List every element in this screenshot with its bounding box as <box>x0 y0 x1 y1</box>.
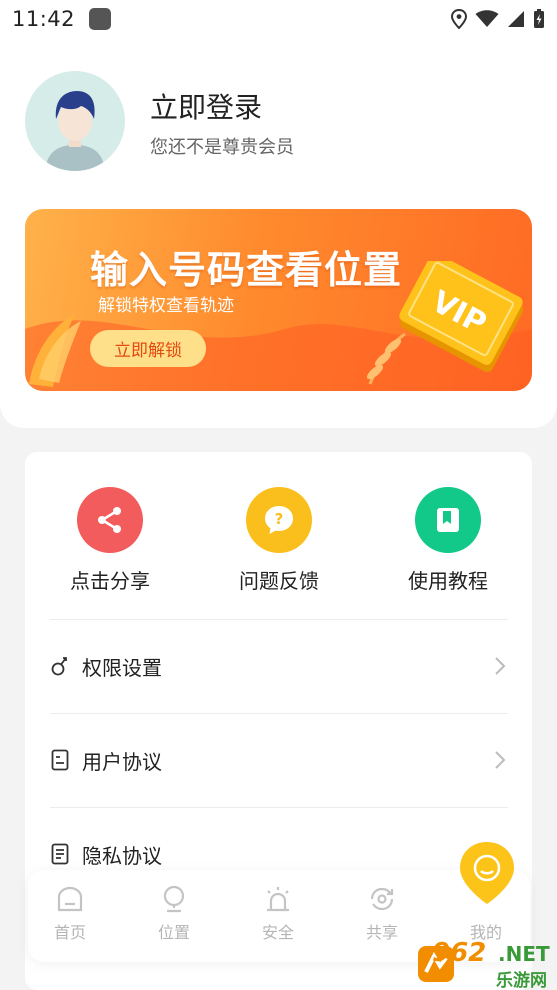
banner-subtitle: 解锁特权查看轨迹 <box>98 296 234 316</box>
menu-item-label: 用户协议 <box>82 749 162 774</box>
tab-label: 共享 <box>365 923 398 942</box>
quick-action-label: 点击分享 <box>70 569 150 593</box>
tab-location[interactable]: 位置 <box>139 885 209 943</box>
floating-location-button[interactable] <box>458 840 516 906</box>
notification-app-icon <box>89 8 112 30</box>
chevron-right-icon <box>495 751 506 769</box>
tab-label: 位置 <box>157 923 190 942</box>
quick-action-feedback[interactable]: ? 问题反馈 <box>209 487 349 594</box>
status-icons <box>451 9 545 29</box>
quick-action-label: 问题反馈 <box>239 569 319 593</box>
quick-action-share[interactable]: 点击分享 <box>40 487 180 594</box>
tab-label: 安全 <box>261 923 294 942</box>
watermark-suffix: .NET <box>498 942 550 966</box>
quick-action-label: 使用教程 <box>408 569 488 593</box>
quick-action-tutorial[interactable]: 使用教程 <box>378 487 518 594</box>
status-time: 11:42 <box>12 7 76 31</box>
question-icon: ? <box>246 487 312 553</box>
menu-item-label: 隐私协议 <box>82 843 162 868</box>
watermark-number: 962 <box>432 938 487 968</box>
svg-text:?: ? <box>275 510 284 528</box>
battery-charging-icon <box>534 9 544 28</box>
membership-status: 您还不是尊贵会员 <box>150 137 294 158</box>
status-bar: 11:42 <box>0 0 557 38</box>
quick-actions: 点击分享 ? 问题反馈 使用教程 <box>25 487 532 597</box>
menu-item-permissions[interactable]: 权限设置 <box>50 619 508 713</box>
watermark-site: 乐游网 <box>496 971 547 990</box>
home-icon <box>57 886 83 912</box>
location-icon <box>163 885 185 913</box>
signal-icon <box>508 11 524 27</box>
site-watermark: 962 .NET 乐游网 <box>416 938 553 990</box>
unlock-button[interactable]: 立即解锁 <box>90 330 206 367</box>
login-title[interactable]: 立即登录 <box>150 86 262 126</box>
location-pin-icon <box>451 9 467 29</box>
menu-item-user-agreement[interactable]: 用户协议 <box>50 713 508 807</box>
profile-header-card: 立即登录 您还不是尊贵会员 输入号码查看位置 解锁特权查看轨迹 立即解锁 VIP <box>0 38 557 428</box>
tab-share[interactable]: 共享 <box>347 885 417 943</box>
vip-promo-banner[interactable]: 输入号码查看位置 解锁特权查看轨迹 立即解锁 VIP <box>25 209 532 391</box>
wifi-icon <box>475 10 499 27</box>
avatar[interactable] <box>25 71 125 171</box>
tab-label: 首页 <box>53 923 86 942</box>
menu-item-label: 权限设置 <box>82 655 162 680</box>
book-icon <box>415 487 481 553</box>
tab-home[interactable]: 首页 <box>35 885 105 943</box>
alarm-icon <box>267 887 289 912</box>
share-icon <box>77 487 143 553</box>
default-avatar-icon <box>45 91 105 171</box>
tab-safety[interactable]: 安全 <box>243 885 313 943</box>
banner-title: 输入号码查看位置 <box>90 248 403 292</box>
permission-icon <box>50 655 70 677</box>
privacy-agreement-icon <box>50 843 70 865</box>
vip-card-icon: VIP <box>399 261 523 373</box>
share-sync-icon <box>370 887 394 911</box>
user-agreement-icon <box>50 749 70 771</box>
chevron-right-icon <box>495 657 506 675</box>
